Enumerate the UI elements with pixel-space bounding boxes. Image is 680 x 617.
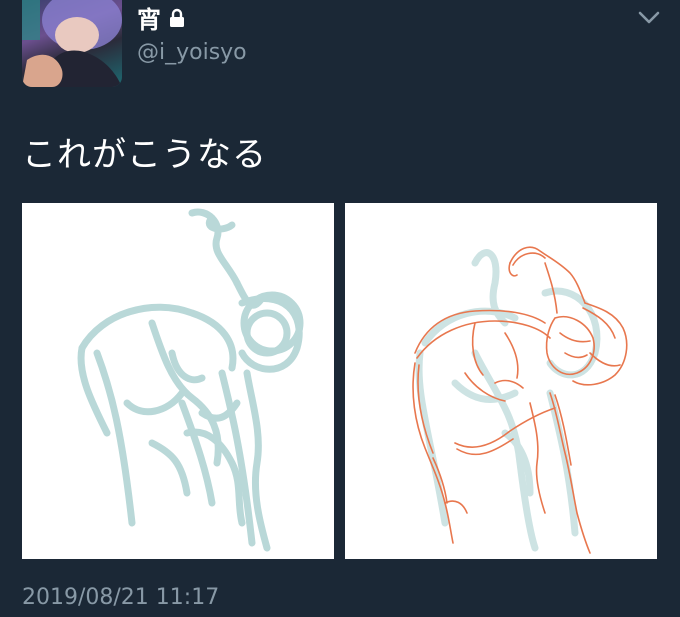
avatar[interactable]: [22, 0, 122, 87]
tweet-text: これがこうなる: [22, 135, 267, 175]
sketch-lineart-image: [412, 246, 628, 554]
author-handle[interactable]: @i_yoisyo: [137, 40, 247, 65]
lock-icon: [169, 8, 185, 32]
tweet-timestamp[interactable]: 2019/08/21 11:17: [22, 585, 219, 610]
avatar-image: [22, 0, 122, 87]
sketch-rough-image: [77, 208, 304, 552]
chevron-down-icon[interactable]: [638, 10, 660, 29]
author-display-name[interactable]: 宵: [137, 6, 161, 34]
media-image-1[interactable]: [22, 203, 334, 559]
media-image-2[interactable]: [345, 203, 657, 559]
